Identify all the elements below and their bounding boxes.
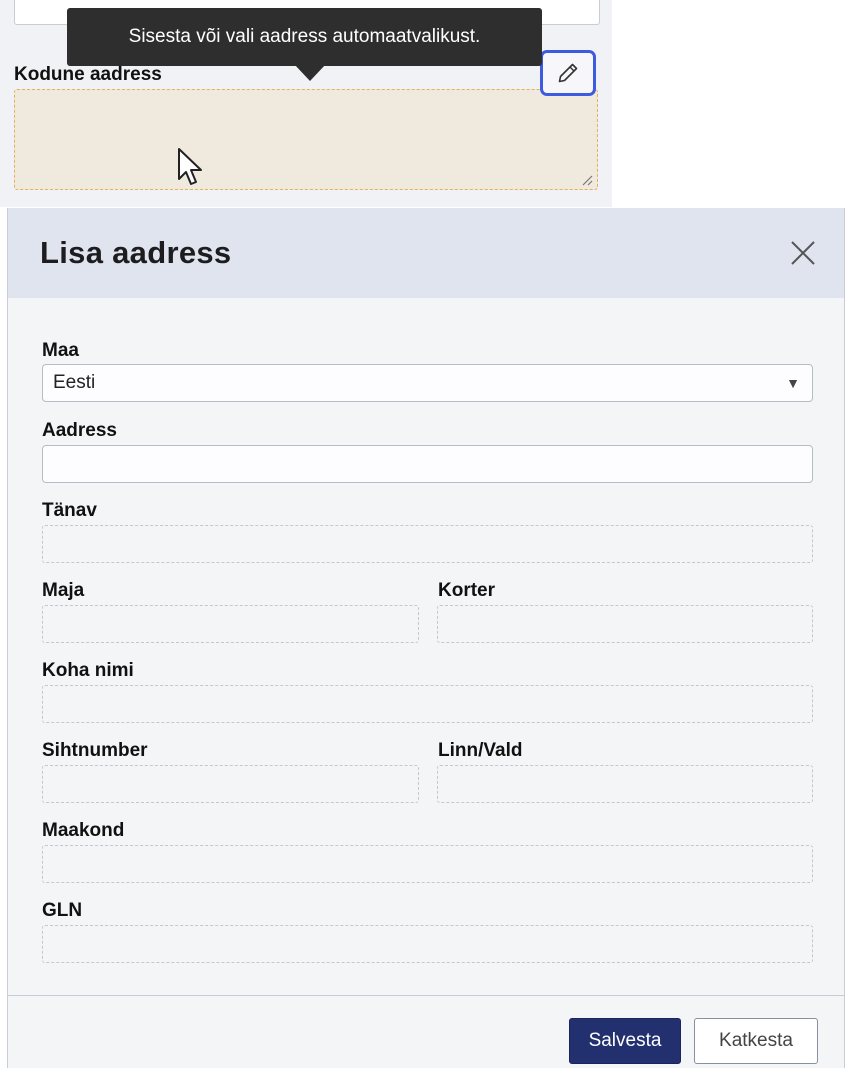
street-field bbox=[42, 525, 813, 563]
apartment-field bbox=[437, 605, 813, 643]
dialog-header: Lisa aadress bbox=[8, 208, 844, 298]
dialog-title: Lisa aadress bbox=[40, 235, 232, 270]
country-value: Eesti bbox=[53, 372, 96, 393]
background-form: Kodune aadress Sisesta või vali aadress … bbox=[0, 0, 612, 207]
gln-field bbox=[42, 925, 813, 963]
apartment-label: Korter bbox=[438, 580, 496, 601]
edit-address-button[interactable] bbox=[540, 50, 596, 96]
chevron-down-icon: ▼ bbox=[786, 375, 800, 391]
address-label: Aadress bbox=[42, 420, 117, 441]
country-label: Maa bbox=[42, 340, 79, 361]
address-input[interactable] bbox=[42, 445, 813, 483]
county-label: Maakond bbox=[42, 820, 125, 841]
place-name-field bbox=[42, 685, 813, 723]
home-address-label: Kodune aadress bbox=[14, 64, 162, 85]
tooltip-arrow bbox=[294, 64, 326, 81]
gln-label: GLN bbox=[42, 900, 83, 921]
place-name-label: Koha nimi bbox=[42, 660, 134, 681]
home-address-textarea[interactable] bbox=[14, 89, 598, 190]
country-select[interactable]: Eesti ▼ bbox=[42, 364, 813, 402]
tooltip: Sisesta või vali aadress automaatvalikus… bbox=[67, 8, 542, 66]
postal-code-label: Sihtnumber bbox=[42, 740, 148, 761]
close-icon[interactable] bbox=[790, 240, 816, 266]
save-button[interactable]: Salvesta bbox=[569, 1018, 681, 1064]
city-field bbox=[437, 765, 813, 803]
resize-grip-icon[interactable] bbox=[581, 174, 593, 186]
city-label: Linn/Vald bbox=[438, 740, 523, 761]
house-label: Maja bbox=[42, 580, 85, 601]
house-field bbox=[42, 605, 419, 643]
mouse-cursor-icon bbox=[178, 148, 202, 185]
postal-code-field bbox=[42, 765, 419, 803]
street-label: Tänav bbox=[42, 500, 97, 521]
county-field bbox=[42, 845, 813, 883]
cancel-button[interactable]: Katkesta bbox=[694, 1018, 818, 1064]
footer-divider bbox=[8, 995, 844, 996]
pencil-icon bbox=[558, 63, 578, 83]
add-address-dialog: Lisa aadress Maa Eesti ▼ Aadress Tänav M… bbox=[7, 208, 845, 1068]
